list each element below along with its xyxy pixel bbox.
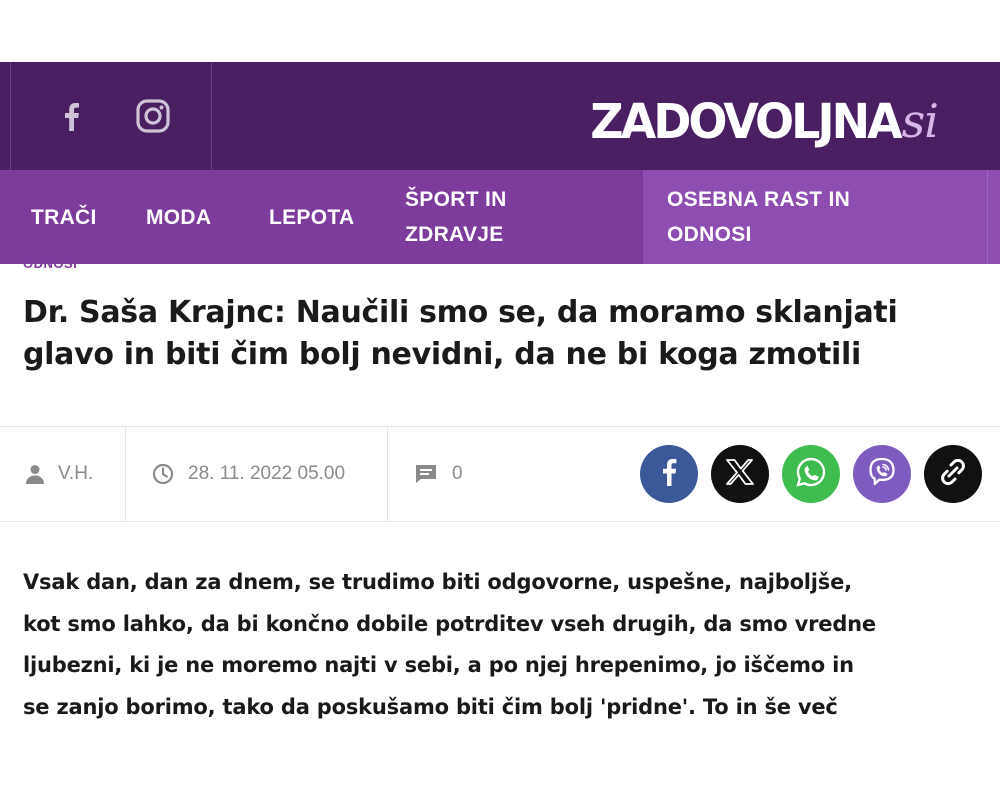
nav-item-osebna-rast-in-odnosi[interactable]: OSEBNA RAST IN ODNOSI	[643, 170, 1000, 264]
nav-item-label-line2: ZDRAVJE	[405, 223, 504, 246]
site-logo[interactable]: ZADOVOLJNA si	[590, 84, 939, 150]
nav-item-label: MODA	[146, 205, 212, 229]
copy-link-share-button[interactable]	[924, 445, 982, 503]
clock-icon	[152, 463, 174, 485]
article-meta: V.H. 28. 11. 2022 05.00 0	[0, 426, 1000, 522]
viber-icon	[866, 456, 898, 492]
instagram-icon[interactable]	[133, 96, 173, 136]
nav-item-sport-in-zdravje[interactable]: ŠPORT IN ZDRAVJE	[405, 170, 507, 264]
x-icon	[726, 459, 754, 489]
logo-script: si	[901, 94, 939, 148]
nav-item-lepota[interactable]: LEPOTA	[269, 170, 354, 264]
meta-divider	[387, 427, 388, 521]
viber-share-button[interactable]	[853, 445, 911, 503]
article-title: Dr. Saša Krajnc: Naučili smo se, da mora…	[23, 292, 973, 376]
article-lead-line: ljubezni, ki je ne moremo najti v sebi, …	[23, 653, 854, 677]
article-lead-line: se zanjo borimo, tako da poskušamo biti …	[23, 694, 838, 719]
whatsapp-share-button[interactable]	[782, 445, 840, 503]
nav-item-label-line1: ŠPORT IN	[405, 188, 507, 211]
comments-meta[interactable]: 0	[414, 427, 463, 521]
main-nav: TRAČI MODA LEPOTA ŠPORT IN ZDRAVJE OSEBN…	[0, 170, 1000, 264]
nav-item-label-line2: ODNOSI	[667, 223, 752, 246]
category-label: ODNOSI	[23, 262, 78, 271]
publish-date: 28. 11. 2022 05.00	[188, 463, 346, 484]
facebook-icon[interactable]	[51, 96, 91, 136]
author-meta: V.H.	[26, 427, 93, 521]
article-lead-line: kot smo lahko, da bi končno dobile potrd…	[23, 611, 876, 636]
user-icon	[26, 464, 44, 484]
article-lead-line: Vsak dan, dan za dnem, se trudimo biti o…	[23, 570, 852, 594]
site-header: ZADOVOLJNA si	[0, 62, 1000, 170]
facebook-share-button[interactable]	[640, 445, 698, 503]
nav-item-label: LEPOTA	[269, 205, 355, 229]
comment-count: 0	[452, 463, 463, 484]
article-title-line: glavo in biti čim bolj nevidni, da ne bi…	[23, 337, 861, 372]
nav-divider	[987, 170, 988, 264]
meta-divider	[125, 427, 126, 521]
x-share-button[interactable]	[711, 445, 769, 503]
article-category[interactable]: ODNOSI	[23, 262, 77, 274]
facebook-icon	[661, 458, 677, 490]
nav-item-traci[interactable]: TRAČI	[31, 170, 97, 264]
article-title-line: Dr. Saša Krajnc: Naučili smo se, da mora…	[23, 295, 898, 330]
logo-wordmark: ZADOVOLJNA	[590, 92, 902, 150]
author-name[interactable]: V.H.	[58, 463, 93, 485]
article-lead: Vsak dan, dan za dnem, se trudimo biti o…	[23, 562, 993, 728]
link-icon	[938, 457, 968, 491]
nav-item-moda[interactable]: MODA	[146, 170, 211, 264]
social-links	[10, 62, 212, 170]
nav-item-label: TRAČI	[31, 205, 97, 229]
comment-icon	[414, 463, 438, 485]
nav-item-label-line1: OSEBNA RAST IN	[667, 188, 851, 211]
date-meta: 28. 11. 2022 05.00	[152, 427, 345, 521]
whatsapp-icon	[795, 456, 827, 492]
